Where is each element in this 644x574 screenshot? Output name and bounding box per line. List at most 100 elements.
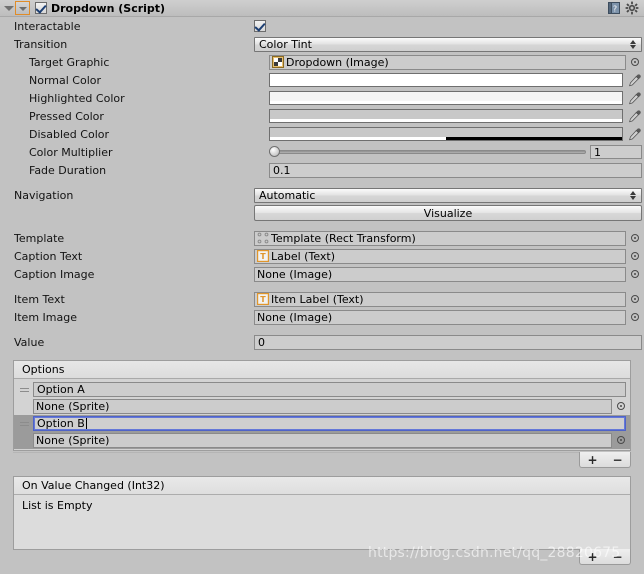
caption-image-label: Caption Image (14, 267, 95, 281)
transition-dropdown[interactable]: Color Tint (254, 36, 642, 52)
caption-image-picker-icon[interactable] (629, 268, 642, 281)
options-list: Options Option A None (Sprite) Option B (13, 360, 631, 451)
option-sprite-value: None (Sprite) (36, 399, 110, 413)
visualize-button[interactable]: Visualize (254, 205, 642, 221)
on-value-changed-title: On Value Changed (Int32) (22, 479, 165, 492)
highlighted-color-swatch[interactable] (269, 91, 623, 105)
eyedropper-icon[interactable] (626, 91, 642, 106)
transition-label: Transition (14, 37, 68, 51)
add-listener-button[interactable]: + (587, 551, 597, 563)
help-book-icon[interactable]: ? (607, 1, 621, 15)
eyedropper-icon[interactable] (626, 127, 642, 142)
add-option-button[interactable]: + (587, 454, 597, 466)
row-item-image: Item Image None (Image) (0, 308, 644, 326)
normal-color-swatch[interactable] (269, 73, 623, 87)
option-sprite-field[interactable]: None (Sprite) (33, 398, 612, 414)
row-caption-text: Caption Text T Label (Text) (0, 247, 644, 265)
option-sprite-picker-icon[interactable] (615, 434, 628, 447)
target-graphic-object-field[interactable]: Dropdown (Image) (269, 54, 626, 70)
navigation-dropdown[interactable]: Automatic (254, 187, 642, 203)
row-transition: Transition Color Tint (0, 35, 644, 53)
row-caption-image: Caption Image None (Image) (0, 265, 644, 283)
options-list-header: Options (14, 361, 630, 379)
disabled-color-label: Disabled Color (29, 127, 110, 141)
on-value-changed-header: On Value Changed (Int32) (14, 477, 630, 495)
normal-color-label: Normal Color (29, 73, 102, 87)
pressed-color-swatch[interactable] (269, 109, 623, 123)
template-value: Template (Rect Transform) (271, 231, 416, 245)
row-disabled-color: Disabled Color (0, 125, 644, 143)
caption-text-object-field[interactable]: T Label (Text) (254, 248, 626, 264)
row-fade-duration: Fade Duration 0.1 (0, 161, 644, 179)
eyedropper-icon[interactable] (626, 73, 642, 88)
row-template: Template Template (Rect Transform) (0, 229, 644, 247)
row-item-text: Item Text T Item Label (Text) (0, 290, 644, 308)
option-text-value: Option B (37, 417, 85, 430)
caption-image-object-field[interactable]: None (Image) (254, 266, 626, 282)
color-multiplier-slider[interactable] (269, 145, 586, 159)
foldout-triangle-icon[interactable] (3, 3, 14, 14)
list-item[interactable]: Option B None (Sprite) (14, 415, 630, 449)
item-image-value: None (Image) (257, 310, 333, 324)
gear-icon[interactable] (625, 1, 639, 15)
row-pressed-color: Pressed Color (0, 107, 644, 125)
item-text-value: Item Label (Text) (271, 292, 364, 306)
script-dropdown-icon[interactable] (15, 1, 30, 15)
template-object-field[interactable]: Template (Rect Transform) (254, 230, 626, 246)
highlighted-color-label: Highlighted Color (29, 91, 125, 105)
row-interactable: Interactable (0, 17, 644, 35)
transition-value: Color Tint (259, 37, 312, 51)
row-visualize: Visualize (0, 204, 644, 222)
slider-track (269, 150, 586, 154)
remove-listener-button[interactable]: − (612, 551, 622, 563)
template-label: Template (14, 231, 65, 245)
page-title: Dropdown (Script) (51, 1, 166, 15)
caption-text-picker-icon[interactable] (629, 250, 642, 263)
option-sprite-picker-icon[interactable] (615, 400, 628, 413)
navigation-value: Automatic (259, 188, 316, 202)
chevron-updown-icon (630, 39, 637, 50)
color-multiplier-label: Color Multiplier (29, 145, 113, 159)
target-graphic-picker-icon[interactable] (629, 56, 642, 69)
slider-knob[interactable] (269, 146, 280, 157)
item-image-picker-icon[interactable] (629, 311, 642, 324)
option-text-input[interactable]: Option A (33, 382, 626, 397)
list-empty-label: List is Empty (22, 499, 93, 512)
item-image-label: Item Image (14, 310, 77, 324)
list-item[interactable]: Option A None (Sprite) (14, 381, 630, 415)
item-image-object-field[interactable]: None (Image) (254, 309, 626, 325)
drag-handle-icon[interactable] (18, 417, 31, 430)
component-header[interactable]: Dropdown (Script) ? (0, 0, 644, 17)
eyedropper-icon[interactable] (626, 109, 642, 124)
on-value-changed-body: List is Empty (14, 495, 630, 549)
fade-duration-input[interactable]: 0.1 (269, 162, 642, 178)
options-list-footer: + − (0, 452, 644, 468)
on-value-changed-section: On Value Changed (Int32) List is Empty (13, 476, 631, 550)
template-picker-icon[interactable] (629, 232, 642, 245)
interactable-label: Interactable (14, 19, 81, 33)
value-input[interactable]: 0 (254, 334, 642, 350)
rect-transform-icon (257, 232, 269, 244)
item-text-object-field[interactable]: T Item Label (Text) (254, 291, 626, 307)
pressed-color-label: Pressed Color (29, 109, 104, 123)
target-graphic-label: Target Graphic (29, 55, 110, 69)
svg-text:T: T (260, 295, 266, 304)
row-navigation: Navigation Automatic (0, 186, 644, 204)
row-target-graphic: Target Graphic Dropdown (Image) (0, 53, 644, 71)
on-value-changed-footer: + − (0, 549, 644, 565)
interactable-checkbox[interactable] (254, 20, 266, 32)
svg-text:?: ? (613, 5, 617, 14)
option-sprite-value: None (Sprite) (36, 433, 110, 447)
color-multiplier-value[interactable]: 1 (590, 145, 642, 159)
option-sprite-field[interactable]: None (Sprite) (33, 432, 612, 448)
item-text-label: Item Text (14, 292, 65, 306)
option-text-input[interactable]: Option B (33, 416, 626, 431)
remove-option-button[interactable]: − (612, 454, 622, 466)
disabled-color-swatch[interactable] (269, 127, 623, 141)
target-graphic-value: Dropdown (Image) (286, 55, 389, 69)
component-enabled-checkbox[interactable] (35, 2, 47, 14)
item-text-picker-icon[interactable] (629, 293, 642, 306)
caption-image-value: None (Image) (257, 267, 333, 281)
drag-handle-icon[interactable] (18, 383, 31, 396)
row-value: Value 0 (0, 333, 644, 351)
